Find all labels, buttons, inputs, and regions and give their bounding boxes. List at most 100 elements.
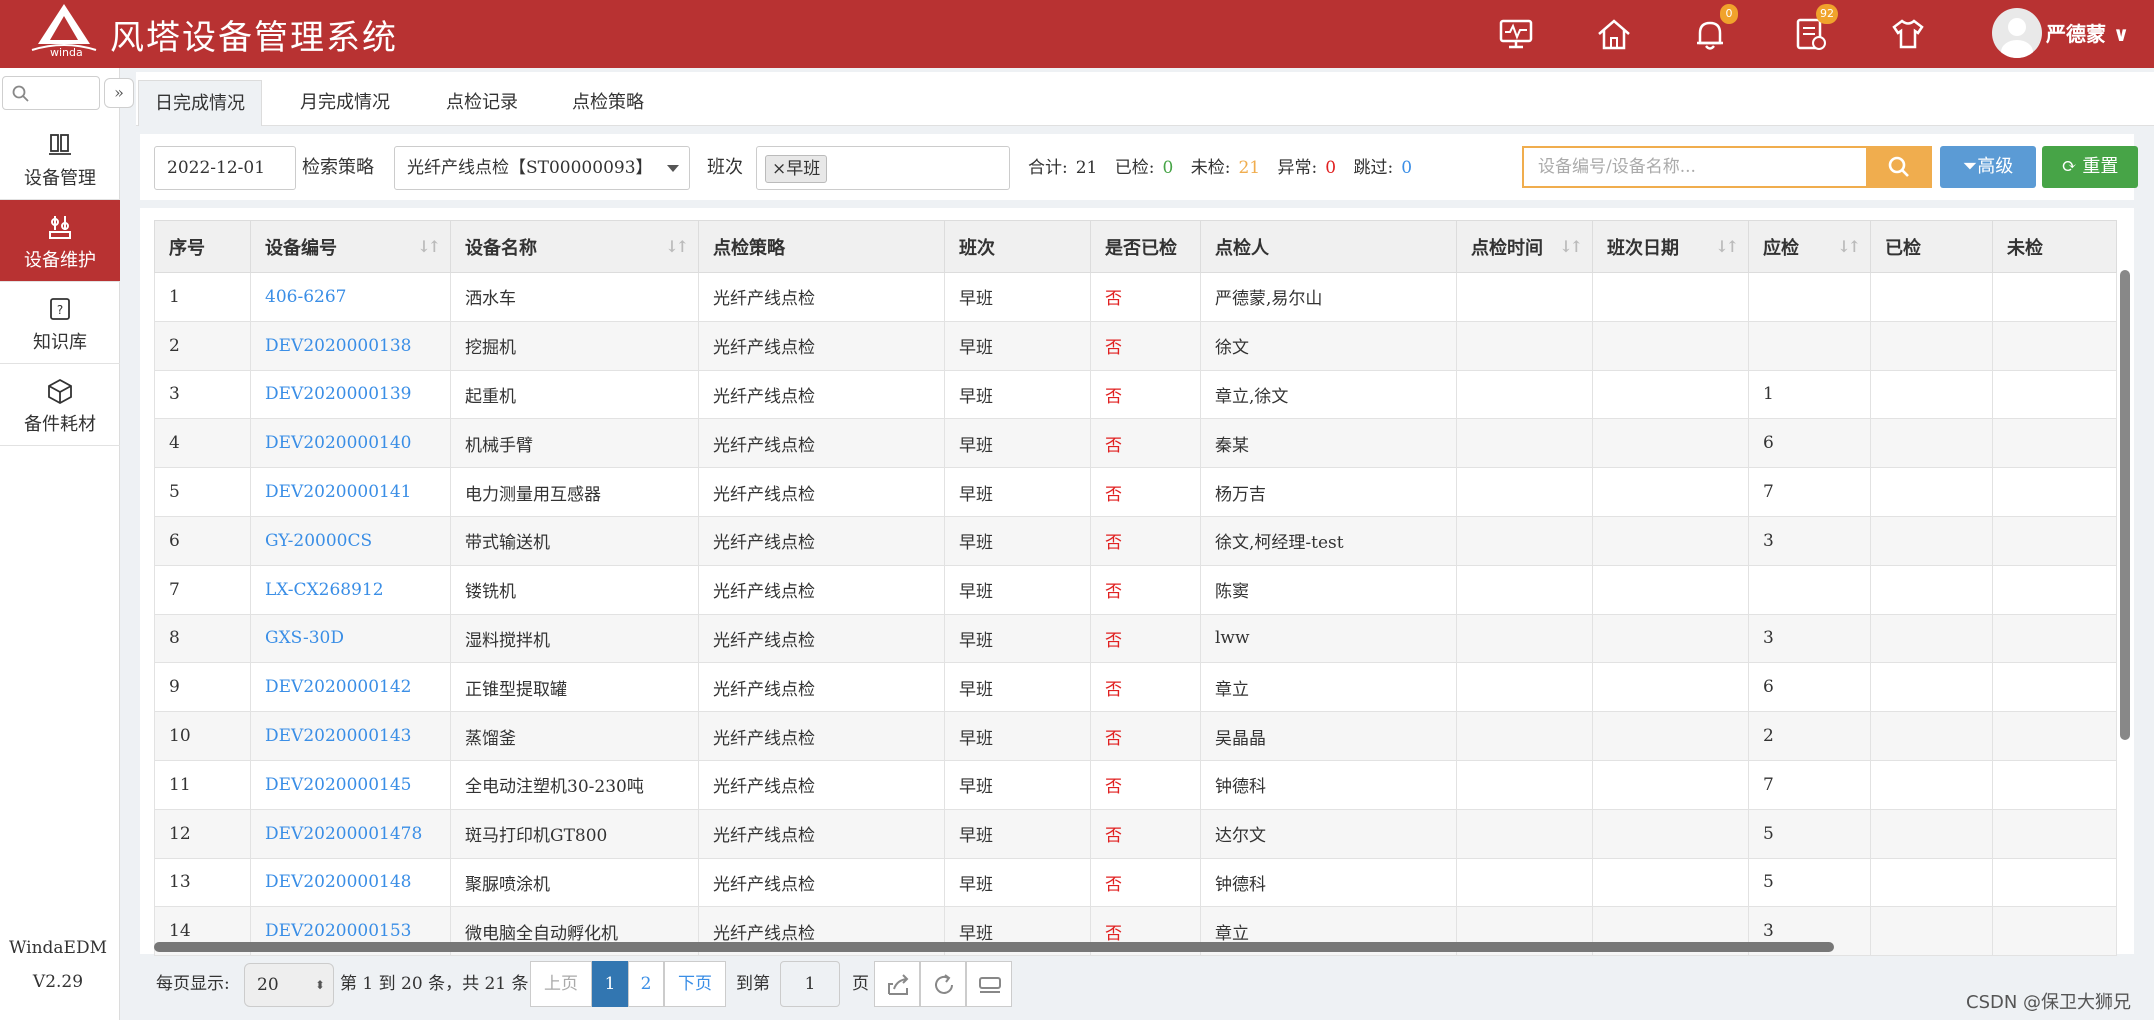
bell-icon[interactable]: 0 bbox=[1690, 4, 1738, 54]
per-page-select[interactable]: 20 ⬍ bbox=[244, 963, 334, 1007]
table-cell: 6 bbox=[1748, 662, 1871, 713]
table-cell: 洒水车 bbox=[450, 272, 699, 322]
table-cell: 钟德科 bbox=[1200, 857, 1457, 908]
refresh-icon[interactable] bbox=[920, 961, 966, 1007]
app-name: WindaEDM bbox=[8, 938, 108, 958]
sidebar-expand-button[interactable]: » bbox=[104, 78, 134, 108]
table-row[interactable]: 3 DEV2020000139 起重机 光纤产线点检 早班否章立,徐文 1 bbox=[154, 369, 2117, 420]
table-cell: 否 bbox=[1090, 613, 1201, 664]
table-cell bbox=[1870, 662, 1993, 713]
sidebar-item-maintenance[interactable]: 设备维护 bbox=[0, 200, 120, 282]
table-cell: 否 bbox=[1090, 857, 1201, 908]
device-code-link[interactable]: GY-20000CS bbox=[250, 515, 451, 566]
monitor-icon[interactable] bbox=[1496, 14, 1536, 54]
page-1-button[interactable]: 1 bbox=[592, 961, 628, 1007]
vertical-scrollbar[interactable] bbox=[2120, 270, 2130, 740]
task-list-icon[interactable]: 92 bbox=[1790, 4, 1838, 54]
home-icon[interactable] bbox=[1594, 14, 1634, 54]
table-cell: 秦某 bbox=[1200, 418, 1457, 469]
device-code-link[interactable]: LX-CX268912 bbox=[250, 564, 451, 615]
reset-button[interactable]: ⟳ 重置 bbox=[2042, 146, 2138, 188]
sidebar-item-equipment[interactable]: 设备管理 bbox=[0, 118, 120, 200]
goto-page-input[interactable]: 1 bbox=[780, 961, 840, 1007]
device-code-link[interactable]: GXS-30D bbox=[250, 613, 451, 664]
horizontal-scrollbar[interactable] bbox=[154, 942, 1834, 952]
table-cell bbox=[1870, 467, 1993, 517]
column-toggle-icon[interactable] bbox=[966, 961, 1012, 1007]
device-code-link[interactable]: 406-6267 bbox=[250, 272, 451, 322]
sort-icon[interactable]: ↓↑ bbox=[417, 237, 441, 256]
table-row[interactable]: 1 406-6267 洒水车 光纤产线点检 早班否严德蒙,易尔山 bbox=[154, 272, 2117, 322]
page-2-button[interactable]: 2 bbox=[628, 961, 664, 1007]
device-code-link[interactable]: DEV2020000139 bbox=[250, 369, 451, 420]
sort-icon[interactable]: ↓↑ bbox=[1715, 237, 1739, 256]
table-row[interactable]: 8 GXS-30D 湿料搅拌机 光纤产线点检 早班否 lww 3 bbox=[154, 613, 2117, 664]
column-header[interactable]: 是否已检 bbox=[1090, 220, 1201, 273]
sidebar-item-knowledge[interactable]: ? 知识库 bbox=[0, 282, 120, 364]
table-cell bbox=[1456, 857, 1593, 908]
column-header[interactable]: 班次日期 ↓↑ bbox=[1592, 220, 1749, 273]
strategy-select[interactable]: 光纤产线点检【ST00000093】 bbox=[394, 146, 690, 190]
tab-monthly[interactable]: 月完成情况 bbox=[284, 80, 406, 126]
tab-daily[interactable]: 日完成情况 bbox=[138, 80, 262, 126]
device-code-link[interactable]: DEV2020000138 bbox=[250, 320, 451, 371]
table-row[interactable]: 11 DEV2020000145 全电动注塑机30-230吨 光纤产线点检 早班否钟德科… bbox=[154, 759, 2117, 810]
device-code-link[interactable]: DEV2020000141 bbox=[250, 467, 451, 517]
device-code-link[interactable]: DEV20200001478 bbox=[250, 808, 451, 859]
sort-icon[interactable]: ↓↑ bbox=[1559, 237, 1583, 256]
table-cell bbox=[1456, 613, 1593, 664]
table-row[interactable]: 4 DEV2020000140 机械手臂 光纤产线点检 早班否秦某 6 bbox=[154, 418, 2117, 469]
shift-select[interactable]: ×早班 bbox=[756, 146, 1010, 190]
shirt-icon[interactable] bbox=[1888, 14, 1928, 54]
sort-icon[interactable]: ↓↑ bbox=[1837, 237, 1861, 256]
column-header[interactable]: 点检策略 bbox=[698, 220, 945, 273]
prev-page-button[interactable]: 上页 bbox=[530, 961, 592, 1007]
search-input[interactable]: 设备编号/设备名称... bbox=[1522, 146, 1868, 188]
device-code-link[interactable]: DEV2020000148 bbox=[250, 857, 451, 908]
column-header[interactable]: 设备名称 ↓↑ bbox=[450, 220, 699, 273]
table-cell bbox=[1870, 906, 1993, 957]
table-row[interactable]: 13 DEV2020000148 聚脲喷涂机 光纤产线点检 早班否钟德科 5 bbox=[154, 857, 2117, 908]
avatar[interactable] bbox=[1992, 8, 2042, 58]
data-table-panel: 序号 设备编号 ↓↑ 设备名称 ↓↑ 点检策略 班次 是否已检 点检人 点检时间 ↓↑… bbox=[140, 208, 2134, 957]
sidebar-search-input[interactable] bbox=[2, 76, 100, 110]
table-cell: 1 bbox=[1748, 369, 1871, 420]
table-row[interactable]: 10 DEV2020000143 蒸馏釜 光纤产线点检 早班否吴晶晶 2 bbox=[154, 711, 2117, 761]
device-code-link[interactable]: DEV2020000143 bbox=[250, 711, 451, 761]
table-cell: 11 bbox=[154, 759, 251, 810]
table-row[interactable]: 9 DEV2020000142 正锥型提取罐 光纤产线点检 早班否章立 6 bbox=[154, 662, 2117, 713]
column-header[interactable]: 班次 bbox=[944, 220, 1091, 273]
next-page-button[interactable]: 下页 bbox=[664, 961, 726, 1007]
column-header[interactable]: 点检时间 ↓↑ bbox=[1456, 220, 1593, 273]
stats-summary: 合计: 21 已检: 0 未检: 21 异常: 0 跳过: 0 bbox=[1028, 146, 1424, 190]
column-header[interactable]: 设备编号 ↓↑ bbox=[250, 220, 451, 273]
column-header[interactable]: 序号 bbox=[154, 220, 251, 273]
tab-strategy[interactable]: 点检策略 bbox=[556, 80, 660, 126]
tab-records[interactable]: 点检记录 bbox=[430, 80, 534, 126]
advanced-filter-button[interactable]: ⏷高级 bbox=[1940, 146, 2036, 188]
sort-icon[interactable]: ↓↑ bbox=[665, 237, 689, 256]
stat-skipped-label: 跳过: bbox=[1353, 158, 1394, 178]
table-row[interactable]: 7 LX-CX268912 镂铣机 光纤产线点检 早班否陈窦 bbox=[154, 564, 2117, 615]
table-row[interactable]: 6 GY-20000CS 带式输送机 光纤产线点检 早班否徐文,柯经理-test 3 bbox=[154, 515, 2117, 566]
table-cell bbox=[1992, 613, 2117, 664]
user-menu[interactable]: 严德蒙 ∨ bbox=[2046, 18, 2129, 47]
device-code-link[interactable]: DEV2020000145 bbox=[250, 759, 451, 810]
search-button[interactable] bbox=[1866, 146, 1932, 188]
device-code-link[interactable]: DEV2020000142 bbox=[250, 662, 451, 713]
table-row[interactable]: 12 DEV20200001478 斑马打印机GT800 光纤产线点检 早班否达尔文 5 bbox=[154, 808, 2117, 859]
column-header[interactable]: 已检 bbox=[1870, 220, 1993, 273]
column-header[interactable]: 应检 ↓↑ bbox=[1748, 220, 1871, 273]
table-row[interactable]: 5 DEV2020000141 电力测量用互感器 光纤产线点检 早班否杨万吉 7 bbox=[154, 467, 2117, 517]
date-field[interactable]: 2022-12-01 bbox=[154, 146, 296, 190]
sidebar-item-spare-parts[interactable]: 备件耗材 bbox=[0, 364, 120, 446]
table-cell: 3 bbox=[1748, 515, 1871, 566]
column-header[interactable]: 点检人 bbox=[1200, 220, 1457, 273]
table-row[interactable]: 2 DEV2020000138 挖掘机 光纤产线点检 早班否徐文 bbox=[154, 320, 2117, 371]
column-header[interactable]: 未检 bbox=[1992, 220, 2117, 273]
logo-text: winda bbox=[50, 46, 83, 59]
shift-tag[interactable]: ×早班 bbox=[765, 155, 828, 183]
table-cell: 否 bbox=[1090, 418, 1201, 469]
export-icon[interactable] bbox=[874, 961, 920, 1007]
device-code-link[interactable]: DEV2020000140 bbox=[250, 418, 451, 469]
